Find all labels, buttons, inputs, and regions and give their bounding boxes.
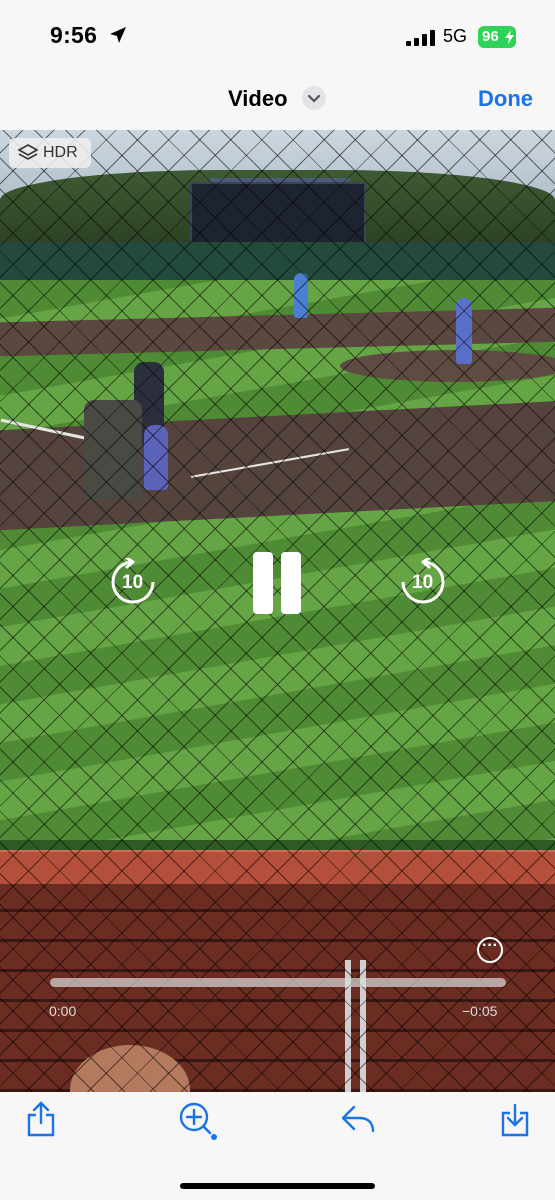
skip-back-button[interactable]: 10 [109,558,157,606]
skip-forward-seconds: 10 [412,572,434,593]
chevron-down-icon[interactable] [302,86,326,110]
skip-forward-button[interactable]: 10 [399,558,447,606]
nav-title[interactable]: Video [228,86,288,112]
hdr-badge: HDR [9,138,91,168]
skip-back-seconds: 10 [122,572,144,593]
pause-button[interactable] [253,550,303,616]
pause-icon-bar-left [253,552,273,614]
nav-bar: Video Done [0,75,555,130]
status-bar: 9:56 5G 96 [0,0,555,75]
home-indicator [180,1183,375,1189]
more-options-icon[interactable]: ··· [477,937,503,963]
video-player[interactable]: HDR 10 10 ··· 0:00 −0:05 [0,130,555,1092]
done-button[interactable]: Done [478,86,533,112]
reply-icon[interactable] [340,1101,376,1137]
battery-level: 96 [482,28,499,45]
signal-strength-icon [406,30,436,46]
zoom-icon[interactable] [178,1101,218,1141]
network-type: 5G [443,26,468,46]
save-icon[interactable] [500,1101,530,1137]
hdr-label: HDR [43,144,78,161]
layers-icon [18,144,38,160]
remaining-time: −0:05 [462,1003,498,1019]
battery-indicator: 96 [478,26,516,48]
elapsed-time: 0:00 [49,1003,77,1019]
share-icon[interactable] [26,1101,56,1137]
location-arrow-icon [110,27,126,43]
charging-bolt-icon [505,30,514,44]
video-scrubber[interactable] [50,978,506,987]
status-time: 9:56 [50,22,98,48]
pause-icon-bar-right [281,552,301,614]
bottom-toolbar [0,1092,555,1200]
